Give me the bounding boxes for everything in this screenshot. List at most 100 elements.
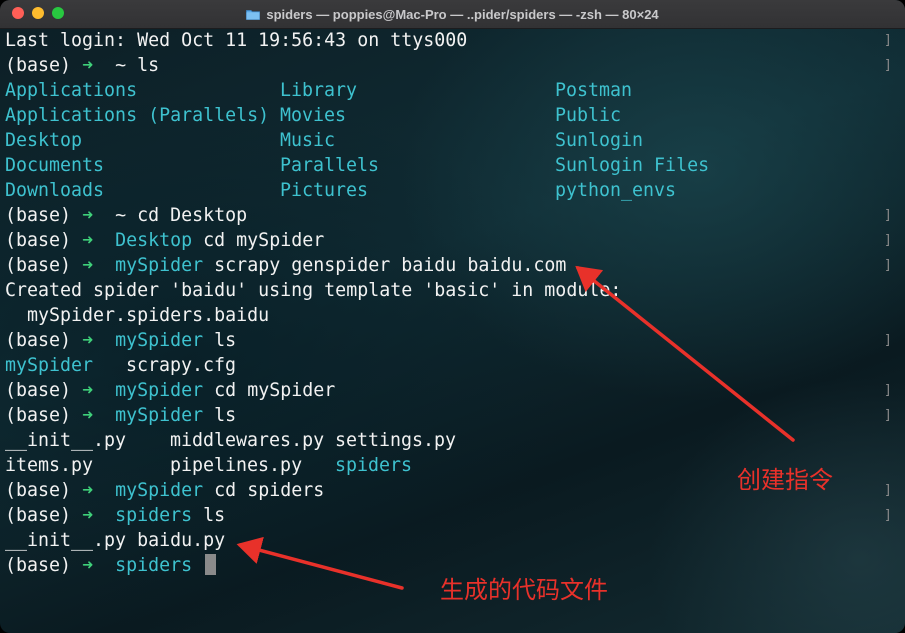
listing-row: items.py pipelines.py spiders (5, 453, 412, 478)
line-mark-icon: ] (884, 333, 892, 348)
prompt-env: (base) (5, 405, 72, 426)
window-title: spiders — poppies@Mac-Pro — ..pider/spid… (246, 6, 659, 22)
listing-item: Desktop (5, 130, 83, 151)
annotation-generated-file: 生成的代码文件 (440, 576, 608, 604)
prompt-dir: mySpider (115, 405, 204, 426)
listing-item: Parallels (280, 155, 380, 176)
prompt-dir: ~ (115, 205, 127, 226)
prompt-arrow-icon: ➜ (82, 380, 94, 401)
listing-item: settings.py (335, 430, 457, 451)
prompt-line: (base) ➜ ~ ls (5, 53, 159, 78)
prompt-dir: mySpider (115, 330, 204, 351)
listing-row: __init__.py middlewares.py settings.py (5, 428, 456, 453)
terminal-window: spiders — poppies@Mac-Pro — ..pider/spid… (0, 0, 905, 633)
prompt-env: (base) (5, 505, 72, 526)
text-cursor (205, 554, 217, 575)
prompt-dir: spiders (115, 505, 193, 526)
prompt-arrow-icon: ➜ (82, 505, 94, 526)
line-mark-icon: ] (884, 208, 892, 223)
prompt-line: (base) ➜ spiders ls (5, 503, 225, 528)
prompt-command: ls (214, 405, 237, 426)
listing-item: __init__.py (5, 430, 127, 451)
prompt-line: (base) ➜ mySpider cd spiders (5, 478, 324, 503)
listing-item: python_envs (555, 180, 677, 201)
listing-item: Documents (5, 155, 105, 176)
prompt-dir: mySpider (115, 380, 204, 401)
listing-row: Applications (Parallels) Movies Public (5, 103, 621, 128)
listing-item: scrapy.cfg (126, 355, 237, 376)
listing-item: spiders (335, 455, 413, 476)
prompt-dir: ~ (115, 55, 127, 76)
listing-item: Downloads (5, 180, 105, 201)
window-title-text: spiders — poppies@Mac-Pro — ..pider/spid… (266, 6, 659, 22)
listing-item: Music (280, 130, 336, 151)
prompt-command: ls (137, 55, 160, 76)
prompt-dir: mySpider (115, 480, 204, 501)
prompt-command: cd mySpider (214, 380, 336, 401)
prompt-command: ls (203, 505, 226, 526)
prompt-line: (base) ➜ Desktop cd mySpider (5, 228, 324, 253)
title-bar: spiders — poppies@Mac-Pro — ..pider/spid… (0, 0, 905, 29)
prompt-line: (base) ➜ spiders (5, 553, 217, 578)
listing-row: Downloads Pictures python_envs (5, 178, 676, 203)
prompt-arrow-icon: ➜ (82, 55, 94, 76)
prompt-env: (base) (5, 480, 72, 501)
line-mark-icon: ] (884, 483, 892, 498)
prompt-arrow-icon: ➜ (82, 230, 94, 251)
line-mark-icon: ] (884, 383, 892, 398)
prompt-command: scrapy genspider baidu baidu.com (214, 255, 567, 276)
line-mark-icon: ] (884, 58, 892, 73)
close-icon[interactable] (12, 7, 24, 19)
folder-icon (246, 9, 261, 20)
prompt-line: (base) ➜ mySpider scrapy genspider baidu… (5, 253, 566, 278)
output-line: mySpider.spiders.baidu (5, 305, 270, 326)
output-line: __init__.py baidu.py (5, 530, 226, 551)
prompt-line: (base) ➜ mySpider ls (5, 403, 236, 428)
line-mark-icon: ] (884, 508, 892, 523)
prompt-arrow-icon: ➜ (82, 405, 94, 426)
line-mark-icon: ] (884, 233, 892, 248)
listing-item: Applications (5, 80, 138, 101)
prompt-line: (base) ➜ mySpider cd mySpider (5, 378, 335, 403)
line-mark-icon: ] (884, 408, 892, 423)
prompt-command: ls (214, 330, 237, 351)
listing-item: Pictures (280, 180, 369, 201)
scrollbar[interactable] (895, 34, 901, 624)
prompt-env: (base) (5, 255, 72, 276)
listing-item: Public (555, 105, 622, 126)
listing-row: mySpider scrapy.cfg (5, 353, 236, 378)
prompt-env: (base) (5, 205, 72, 226)
terminal-output[interactable]: Last login: Wed Oct 11 19:56:43 on ttys0… (5, 28, 885, 628)
listing-item: mySpider (5, 355, 94, 376)
prompt-dir: mySpider (115, 255, 204, 276)
prompt-env: (base) (5, 330, 72, 351)
listing-item: Movies (280, 105, 347, 126)
minimize-icon[interactable] (32, 7, 44, 19)
line-mark-icon: ] (884, 258, 892, 273)
prompt-arrow-icon: ➜ (82, 555, 94, 576)
prompt-env: (base) (5, 380, 72, 401)
prompt-arrow-icon: ➜ (82, 255, 94, 276)
prompt-command: cd spiders (214, 480, 325, 501)
listing-row: Applications Library Postman (5, 78, 632, 103)
prompt-dir: Desktop (115, 230, 193, 251)
listing-row: Desktop Music Sunlogin (5, 128, 643, 153)
prompt-command: cd Desktop (137, 205, 248, 226)
prompt-env: (base) (5, 55, 72, 76)
listing-item: Applications (Parallels) (5, 105, 270, 126)
prompt-line: (base) ➜ ~ cd Desktop (5, 203, 247, 228)
prompt-command: cd mySpider (203, 230, 325, 251)
listing-row: Documents Parallels Sunlogin Files (5, 153, 709, 178)
prompt-dir: spiders (115, 555, 193, 576)
last-login-line: Last login: Wed Oct 11 19:56:43 on ttys0… (5, 30, 468, 51)
annotation-create-command: 创建指令 (737, 466, 833, 494)
listing-item: Library (280, 80, 358, 101)
line-mark-icon: ] (884, 33, 892, 48)
prompt-line: (base) ➜ mySpider ls (5, 328, 236, 353)
prompt-env: (base) (5, 230, 72, 251)
prompt-env: (base) (5, 555, 72, 576)
prompt-arrow-icon: ➜ (82, 330, 94, 351)
maximize-icon[interactable] (52, 7, 64, 19)
output-line: Created spider 'baidu' using template 'b… (5, 280, 622, 301)
listing-item: Sunlogin (555, 130, 644, 151)
